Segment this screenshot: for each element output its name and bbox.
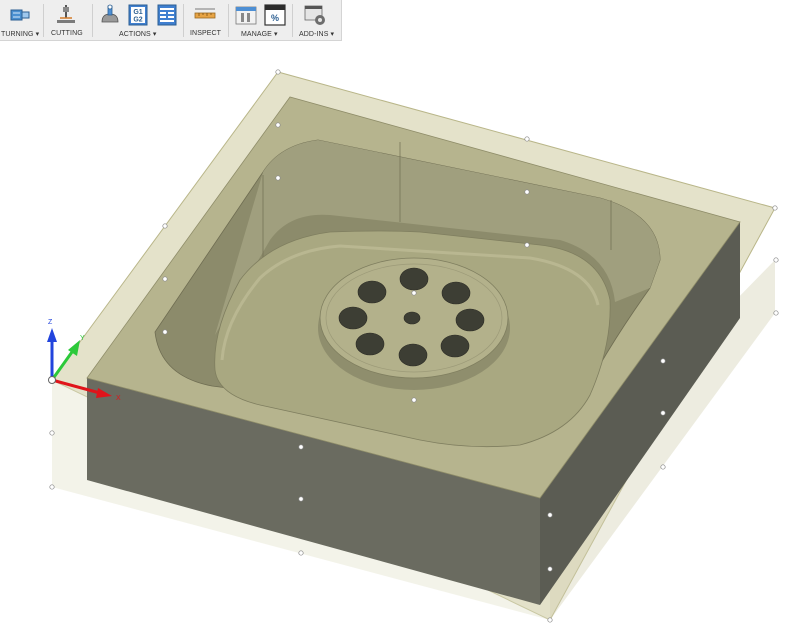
post-process-icon[interactable]: G1 G2 (128, 4, 148, 26)
cutting-icon[interactable] (55, 4, 77, 26)
origin-point (48, 376, 56, 384)
add-ins-label: ADD-INS ▾ (299, 31, 335, 38)
cutting-group[interactable]: CUTTING (44, 0, 86, 40)
template-library-icon[interactable]: % (264, 4, 286, 26)
inspect-group[interactable]: INSPECT (184, 0, 226, 40)
turning-icon[interactable] (9, 4, 31, 26)
turning-label: TURNING ▾ (1, 31, 40, 38)
setup-sheet-icon[interactable] (157, 4, 177, 26)
turning-group[interactable]: TURNING ▾ (0, 0, 42, 40)
add-ins-group[interactable]: ADD-INS ▾ (293, 0, 340, 40)
simulate-icon[interactable] (99, 4, 121, 26)
actions-group[interactable]: G1 G2 ACTIONS ▾ (93, 0, 181, 40)
inspect-label: INSPECT (190, 30, 222, 37)
z-axis-label: Z (48, 319, 53, 326)
g2-text: G2 (133, 17, 142, 24)
x-axis-label: X (116, 395, 121, 402)
add-ins-icon[interactable] (304, 4, 326, 26)
tool-library-icon[interactable] (235, 4, 257, 26)
measure-icon[interactable] (194, 4, 216, 26)
g1-text: G1 (133, 9, 142, 16)
y-axis-label: Y (80, 335, 85, 342)
percent-text: % (271, 13, 279, 23)
manage-group[interactable]: % MANAGE ▾ (229, 0, 291, 40)
3d-viewport[interactable]: Z Y X (0, 41, 800, 626)
actions-label: ACTIONS ▾ (119, 31, 157, 38)
cutting-label: CUTTING (51, 30, 83, 37)
manufacture-toolbar: TURNING ▾ CUTTING G1 G2 ACTIONS ▾ INSPEC… (0, 0, 342, 41)
manage-label: MANAGE ▾ (241, 31, 278, 38)
